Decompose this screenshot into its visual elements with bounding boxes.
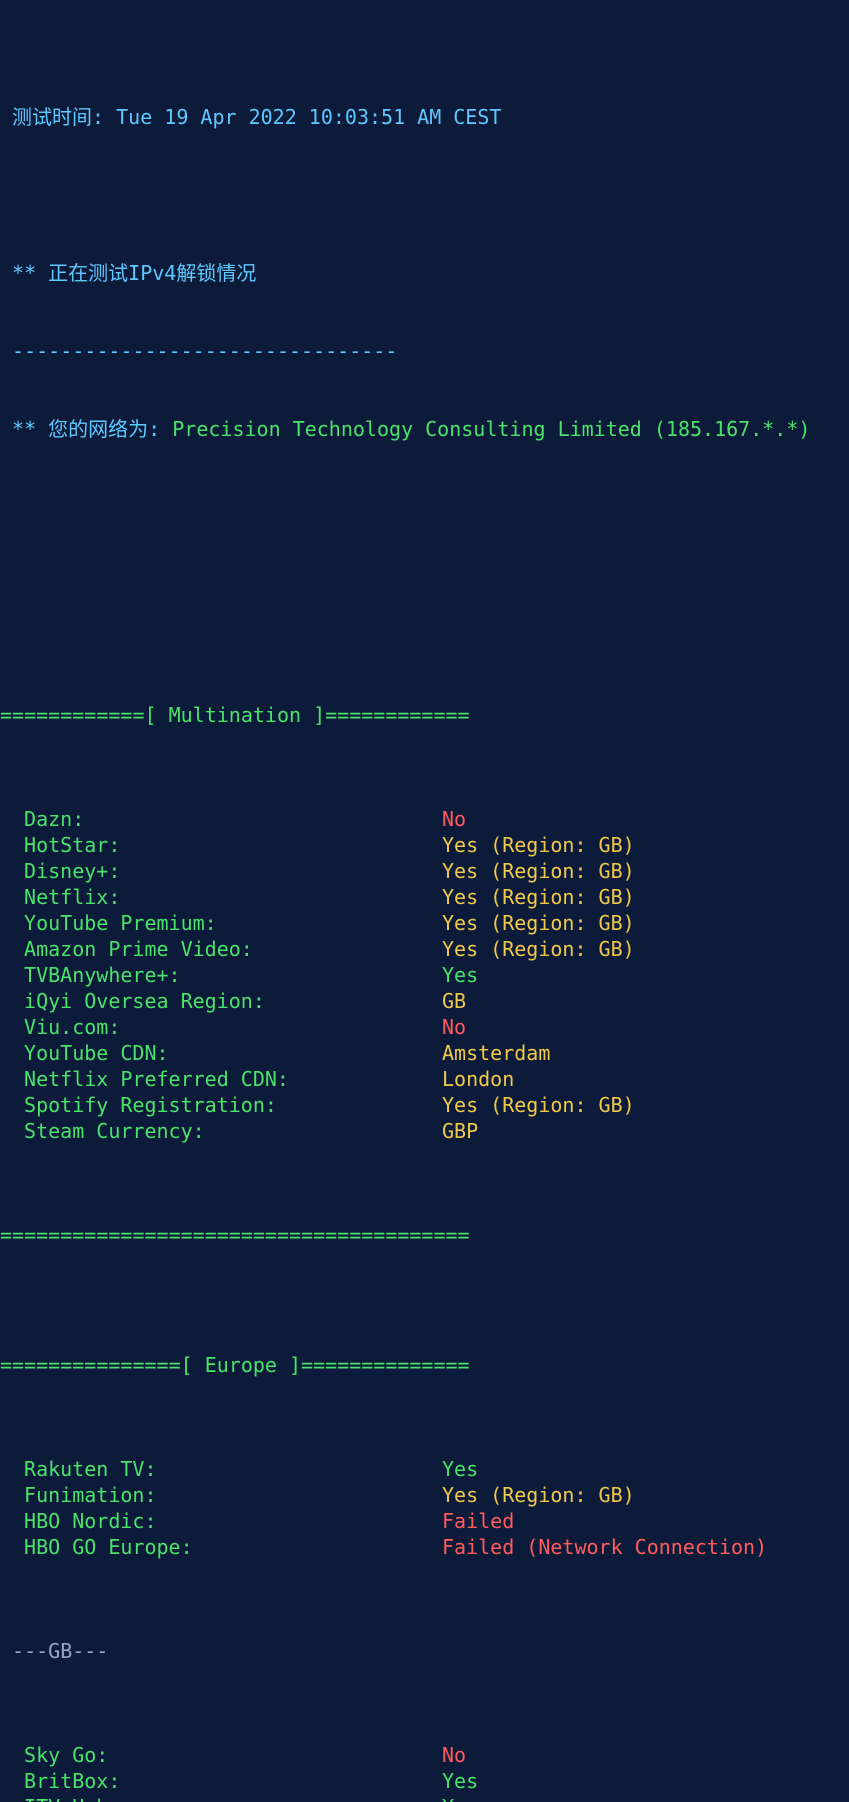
result-row: iQyi Oversea Region:GB (0, 988, 849, 1014)
service-label: Spotify Registration: (0, 1092, 442, 1118)
result-row: Viu.com:No (0, 1014, 849, 1040)
service-status: No (442, 1743, 466, 1767)
test-time-line: 测试时间: Tue 19 Apr 2022 10:03:51 AM CEST (0, 104, 849, 130)
section-header-europe: ===============[ Europe ]============== (0, 1352, 849, 1378)
terminal-output: 测试时间: Tue 19 Apr 2022 10:03:51 AM CEST *… (0, 0, 849, 1802)
result-row: Dazn:No (0, 806, 849, 832)
service-label: Steam Currency: (0, 1118, 442, 1144)
service-label: HBO GO Europe: (0, 1534, 442, 1560)
section-header-multination: ============[ Multination ]============ (0, 702, 849, 728)
service-status: Yes (442, 1769, 478, 1793)
result-row: HBO Nordic:Failed (0, 1508, 849, 1534)
service-status: Yes (442, 1795, 478, 1802)
service-status: Yes (Region: GB) (442, 885, 635, 909)
multination-list: Dazn:No HotStar:Yes (Region: GB) Disney+… (0, 806, 849, 1144)
service-label: Disney+: (0, 858, 442, 884)
result-row: Steam Currency:GBP (0, 1118, 849, 1144)
network-line: ** 您的网络为: Precision Technology Consultin… (0, 416, 849, 442)
blank-line (0, 572, 849, 598)
service-status: Yes (Region: GB) (442, 1093, 635, 1117)
service-label: Funimation: (0, 1482, 442, 1508)
result-row: TVBAnywhere+:Yes (0, 962, 849, 988)
service-status: London (442, 1067, 514, 1091)
service-label: Dazn: (0, 806, 442, 832)
service-status: Yes (442, 1457, 478, 1481)
section-divider: ======================================= (0, 1222, 849, 1248)
result-row: Netflix Preferred CDN:London (0, 1066, 849, 1092)
service-label: iQyi Oversea Region: (0, 988, 442, 1014)
result-row: YouTube CDN:Amsterdam (0, 1040, 849, 1066)
result-row: Spotify Registration:Yes (Region: GB) (0, 1092, 849, 1118)
result-row: Sky Go:No (0, 1742, 849, 1768)
service-status: Failed (442, 1509, 514, 1533)
result-row: Funimation:Yes (Region: GB) (0, 1482, 849, 1508)
service-label: Netflix Preferred CDN: (0, 1066, 442, 1092)
service-status: No (442, 807, 466, 831)
service-status: Yes (Region: GB) (442, 1483, 635, 1507)
service-status: Amsterdam (442, 1041, 550, 1065)
result-row: Disney+:Yes (Region: GB) (0, 858, 849, 884)
service-status: GBP (442, 1119, 478, 1143)
europe-list: Rakuten TV:Yes Funimation:Yes (Region: G… (0, 1456, 849, 1560)
service-label: HBO Nordic: (0, 1508, 442, 1534)
service-status: Yes (Region: GB) (442, 911, 635, 935)
result-row: HotStar:Yes (Region: GB) (0, 832, 849, 858)
service-label: TVBAnywhere+: (0, 962, 442, 988)
blank-line (0, 494, 849, 520)
dash-line: -------------------------------- (0, 338, 849, 364)
result-row: Netflix:Yes (Region: GB) (0, 884, 849, 910)
service-status: Yes (Region: GB) (442, 937, 635, 961)
service-label: Amazon Prime Video: (0, 936, 442, 962)
service-status: Failed (Network Connection) (442, 1535, 767, 1559)
service-status: No (442, 1015, 466, 1039)
service-label: Viu.com: (0, 1014, 442, 1040)
service-label: Rakuten TV: (0, 1456, 442, 1482)
testing-ipv4-line: ** 正在测试IPv4解锁情况 (0, 260, 849, 286)
result-row: Amazon Prime Video:Yes (Region: GB) (0, 936, 849, 962)
result-row: BritBox:Yes (0, 1768, 849, 1794)
blank-line (0, 182, 849, 208)
service-status: Yes (Region: GB) (442, 859, 635, 883)
network-prefix: ** 您的网络为: (0, 417, 172, 441)
service-status: Yes (442, 963, 478, 987)
service-label: Netflix: (0, 884, 442, 910)
service-label: YouTube Premium: (0, 910, 442, 936)
service-status: Yes (Region: GB) (442, 833, 635, 857)
result-row: Rakuten TV:Yes (0, 1456, 849, 1482)
result-row: HBO GO Europe:Failed (Network Connection… (0, 1534, 849, 1560)
service-label: YouTube CDN: (0, 1040, 442, 1066)
subheader-gb: ---GB--- (0, 1638, 849, 1664)
service-label: BritBox: (0, 1768, 442, 1794)
service-label: Sky Go: (0, 1742, 442, 1768)
gb-list: Sky Go:No BritBox:Yes ITV Hub:Yes Channe… (0, 1742, 849, 1802)
service-label: ITV Hub: (0, 1794, 442, 1802)
result-row: ITV Hub:Yes (0, 1794, 849, 1802)
service-status: GB (442, 989, 466, 1013)
result-row: YouTube Premium:Yes (Region: GB) (0, 910, 849, 936)
service-label: HotStar: (0, 832, 442, 858)
network-name: Precision Technology Consulting Limited … (172, 417, 810, 441)
